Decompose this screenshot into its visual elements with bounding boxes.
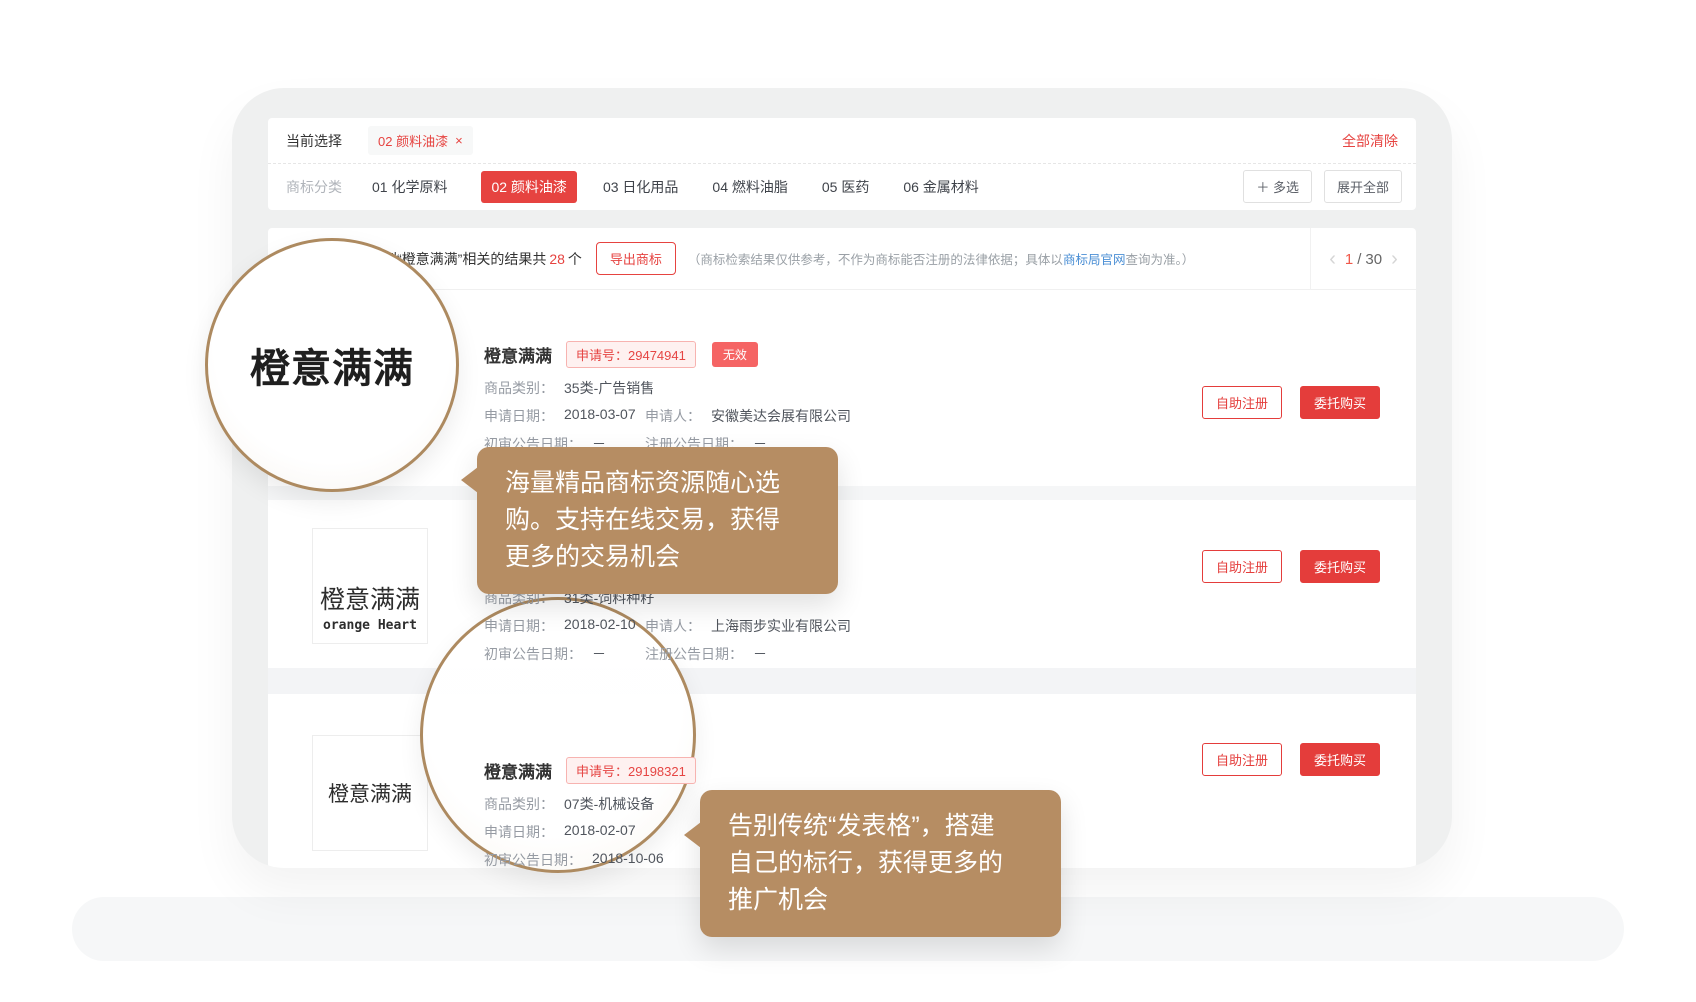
trademark-image: 橙意满满 orange Heart [312, 528, 428, 644]
field-label: 申请日期： [484, 616, 554, 636]
trademark-name: 橙意满满 [484, 342, 552, 367]
multi-select-button[interactable]: ＋ 多选 [1243, 170, 1312, 203]
field-value: 安徽美达会展有限公司 [711, 406, 851, 426]
category-item-04[interactable]: 04 燃料油脂 [712, 177, 787, 197]
expand-all-button[interactable]: 展开全部 [1324, 170, 1402, 203]
trademark-image-subtext: orange Heart [323, 618, 417, 633]
prev-page-icon[interactable]: ‹ [1320, 249, 1345, 269]
app-window: 当前选择 02 颜料油漆 × 全部清除 商标分类 01 化学原料 02 颜料油漆… [232, 88, 1452, 868]
category-row-label: 商标分类 [286, 177, 342, 197]
row-actions: 自助注册 委托购买 [1202, 743, 1380, 776]
entrust-buy-button[interactable]: 委托购买 [1300, 550, 1380, 583]
trademark-image-text: 橙意满满 [320, 580, 420, 616]
field-label: 申请日期： [484, 406, 554, 426]
field-value: － [753, 644, 767, 664]
field-label: 申请人： [645, 616, 701, 636]
current-selection-row: 当前选择 02 颜料油漆 × 全部清除 [268, 118, 1416, 164]
field-label: 申请日期： [484, 822, 554, 842]
field-value: 07类-机械设备 [564, 794, 654, 814]
result-row-content: 橙意满满 申请号：29198321 商品类别： 07类-机械设备 申请日期： 2… [484, 758, 696, 868]
trademark-image: 橙意满满 [312, 735, 428, 851]
field-label: 商品类别： [484, 794, 554, 814]
application-number-badge: 申请号：29474941 [566, 341, 696, 368]
field-value: － [592, 644, 606, 664]
application-number-badge: 申请号：29198321 [566, 757, 696, 784]
field-label: 初审公告日期： [484, 644, 582, 664]
self-register-button[interactable]: 自助注册 [1202, 386, 1282, 419]
status-badge: 无效 [712, 342, 758, 367]
current-selection-label: 当前选择 [286, 131, 342, 151]
results-disclaimer: （商标检索结果仅供参考，不作为商标能否注册的法律依据；具体以商标局官网查询为准。… [688, 249, 1194, 268]
callout-build-storefront: 告别传统“发表格”，搭建 自己的标行，获得更多的 推广机会 [700, 790, 1061, 937]
results-header: 当前分类下检索到“橙意满满”相关的结果共28个 导出商标 （商标检索结果仅供参考… [268, 228, 1416, 290]
clear-all-link[interactable]: 全部清除 [1342, 131, 1398, 151]
trademark-name: 橙意满满 [484, 758, 552, 783]
remove-tag-icon[interactable]: × [455, 133, 463, 148]
category-row: 商标分类 01 化学原料 02 颜料油漆 03 日化用品 04 燃料油脂 05 … [268, 164, 1416, 209]
category-item-02-active[interactable]: 02 颜料油漆 [481, 171, 576, 203]
callout-buy-trademarks: 海量精品商标资源随心选 购。支持在线交易，获得 更多的交易机会 [477, 447, 838, 594]
category-item-03[interactable]: 03 日化用品 [603, 177, 678, 197]
field-value: 2018-02-10 [564, 616, 636, 636]
entrust-buy-button[interactable]: 委托购买 [1300, 386, 1380, 419]
result-row: 橙意满满 orange Heart 橙意满满 申请号：29482153 已注册 … [268, 500, 1416, 668]
pagination: ‹ 1 / 30 › [1310, 228, 1416, 290]
row-separator [268, 486, 1416, 500]
field-value: 2018-10-06 [592, 850, 664, 868]
field-value: 2018-03-07 [564, 406, 636, 426]
disclaimer-prefix: （商标检索结果仅供参考，不作为商标能否注册的法律依据；具体以 [688, 253, 1063, 267]
results-count: 28 [546, 251, 568, 267]
category-item-06[interactable]: 06 金属材料 [903, 177, 978, 197]
total-pages: 30 [1365, 251, 1382, 268]
current-page: 1 [1345, 251, 1353, 268]
entrust-buy-button[interactable]: 委托购买 [1300, 743, 1380, 776]
magnifier-circle-large: 橙意满满 [205, 238, 459, 492]
trademark-image-text: 橙意满满 [328, 778, 412, 808]
field-value: 上海雨步实业有限公司 [711, 616, 851, 636]
results-summary-suffix: 个 [568, 251, 582, 267]
page-background: 当前选择 02 颜料油漆 × 全部清除 商标分类 01 化学原料 02 颜料油漆… [0, 0, 1696, 1002]
export-trademarks-button[interactable]: 导出商标 [596, 242, 676, 275]
self-register-button[interactable]: 自助注册 [1202, 743, 1282, 776]
category-tools: ＋ 多选 展开全部 [1231, 170, 1402, 203]
row-actions: 自助注册 委托购买 [1202, 550, 1380, 583]
magnified-trademark-text: 橙意满满 [250, 336, 414, 394]
field-label: 初审公告日期： [484, 850, 582, 868]
self-register-button[interactable]: 自助注册 [1202, 550, 1282, 583]
disclaimer-suffix: 查询为准。） [1125, 253, 1194, 267]
next-page-icon[interactable]: › [1382, 249, 1407, 269]
result-row-content: 橙意满满 申请号：29474941 无效 商品类别： 35类-广告销售 申请日期… [484, 342, 851, 458]
filter-panel: 当前选择 02 颜料油漆 × 全部清除 商标分类 01 化学原料 02 颜料油漆… [268, 118, 1416, 210]
field-label: 申请人： [645, 406, 701, 426]
field-label: 注册公告日期： [645, 644, 743, 664]
field-value: 35类-广告销售 [564, 378, 654, 398]
field-value: 2018-02-07 [564, 822, 636, 842]
selected-filter-tag[interactable]: 02 颜料油漆 × [368, 126, 473, 155]
trademark-office-link[interactable]: 商标局官网 [1063, 253, 1126, 267]
category-item-05[interactable]: 05 医药 [822, 177, 869, 197]
row-actions: 自助注册 委托购买 [1202, 386, 1380, 419]
selected-filter-tag-label: 02 颜料油漆 [378, 131, 448, 150]
field-label: 商品类别： [484, 378, 554, 398]
page-separator: / [1357, 251, 1361, 268]
category-item-01[interactable]: 01 化学原料 [372, 177, 447, 197]
